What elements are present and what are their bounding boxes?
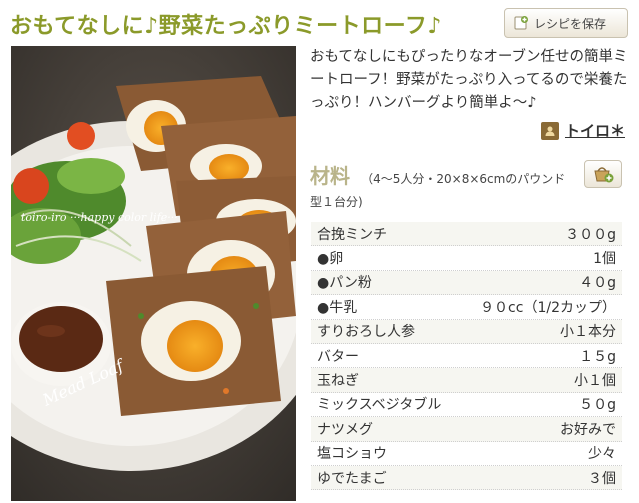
ingredients-list: 合挽ミンチ ３００g ●卵 1個 ●パン粉 ４０g ●牛乳 ９０cc（1/2カッ… bbox=[311, 222, 622, 491]
ingredient-quantity: ５０g bbox=[579, 397, 616, 414]
ingredient-row: 塩コショウ 少々 bbox=[311, 442, 622, 466]
ingredient-name: 合挽ミンチ bbox=[317, 226, 387, 243]
ingredient-name: 玉ねぎ bbox=[317, 373, 359, 390]
meatloaf-image: toiro-iro ···happy color life··· Mead Lo… bbox=[11, 46, 296, 501]
ingredient-name: ●牛乳 bbox=[317, 299, 358, 316]
ingredient-name: すりおろし人参 bbox=[317, 324, 415, 341]
ingredient-name: バター bbox=[317, 348, 359, 365]
ingredient-row: ナツメグ お好みで bbox=[311, 417, 622, 442]
ingredients-note: （4〜5人分・20×8×6cmのパウンド bbox=[361, 172, 566, 186]
ingredient-name: ●卵 bbox=[317, 251, 344, 268]
ingredient-row: ●卵 1個 bbox=[311, 246, 622, 271]
ingredient-row: ●パン粉 ４０g bbox=[311, 270, 622, 296]
basket-add-icon bbox=[594, 167, 614, 183]
ingredient-row: ミックスベジタブル ５０g bbox=[311, 393, 622, 418]
bookmark-plus-icon bbox=[514, 16, 528, 30]
ingredient-name: ゆでたまご bbox=[317, 470, 387, 487]
ingredient-name: 塩コショウ bbox=[317, 446, 387, 463]
ingredient-name: ナツメグ bbox=[317, 421, 373, 438]
user-avatar-icon bbox=[540, 121, 559, 140]
ingredient-quantity: 1個 bbox=[593, 251, 616, 268]
ingredients-note-continued: 型１台分) bbox=[310, 195, 363, 209]
ingredient-name: ミックスベジタブル bbox=[317, 397, 442, 414]
recipe-title: おもてなしに♪野菜たっぷりミートローフ♪ bbox=[10, 14, 442, 39]
ingredient-quantity: 小１個 bbox=[574, 373, 616, 390]
ingredient-quantity: お好みで bbox=[560, 421, 616, 438]
ingredient-quantity: 小１本分 bbox=[560, 324, 616, 341]
save-label: レシピを保存 bbox=[534, 16, 607, 31]
ingredient-quantity: ９０cc（1/2カップ） bbox=[480, 299, 616, 316]
ingredient-row: すりおろし人参 小１本分 bbox=[311, 319, 622, 344]
ingredient-quantity: ４０g bbox=[579, 275, 616, 292]
recipe-description: おもてなしにもぴったりなオーブン任せの簡単ミートローフ！野菜がたっぷり入ってるの… bbox=[310, 49, 628, 111]
ingredient-quantity: ３個 bbox=[588, 470, 616, 487]
photo-watermark: toiro-iro ···happy color life··· bbox=[21, 211, 178, 224]
ingredient-row: 玉ねぎ 小１個 bbox=[311, 368, 622, 393]
ingredient-quantity: ３００g bbox=[565, 226, 616, 243]
add-to-shopping-list-button[interactable] bbox=[584, 160, 622, 188]
save-recipe-button[interactable]: レシピを保存 bbox=[504, 8, 628, 38]
ingredients-header: 材料 （4〜5人分・20×8×6cmのパウンド 型１台分) bbox=[310, 160, 622, 210]
author-name: トイロ＊ bbox=[564, 122, 625, 140]
ingredient-row: 合挽ミンチ ３００g bbox=[311, 222, 622, 247]
author-link[interactable]: トイロ＊ bbox=[540, 120, 625, 141]
ingredient-row: ●牛乳 ９０cc（1/2カップ） bbox=[311, 295, 622, 320]
ingredient-row: ゆでたまご ３個 bbox=[311, 465, 622, 491]
ingredient-quantity: １５g bbox=[579, 348, 616, 365]
ingredient-quantity: 少々 bbox=[588, 446, 616, 463]
recipe-photo[interactable]: toiro-iro ···happy color life··· Mead Lo… bbox=[11, 46, 296, 501]
ingredients-title: 材料 bbox=[310, 164, 350, 188]
ingredient-row: バター １５g bbox=[311, 344, 622, 369]
ingredient-name: ●パン粉 bbox=[317, 275, 372, 292]
